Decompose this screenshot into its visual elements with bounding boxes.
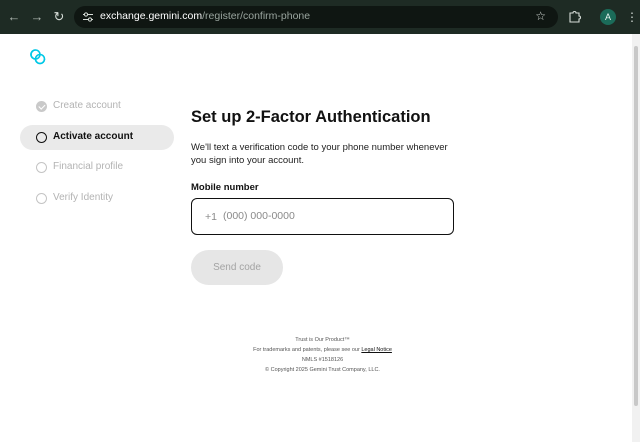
gemini-logo-icon[interactable]: [29, 48, 47, 66]
address-bar[interactable]: exchange.gemini.com/register/confirm-pho…: [74, 6, 558, 28]
empty-circle-icon: [36, 162, 47, 173]
forward-arrow-icon[interactable]: →: [29, 9, 45, 25]
profile-avatar[interactable]: A: [600, 9, 616, 25]
step-label: Financial profile: [53, 161, 124, 172]
step-create-account: Create account: [20, 94, 174, 119]
footer: Trust is Our Product™ For trademarks and…: [191, 335, 454, 375]
step-label: Activate account: [53, 130, 134, 142]
current-step-circle-icon: [36, 131, 47, 143]
site-info-tune-icon[interactable]: [82, 11, 94, 23]
footer-tagline: Trust is Our Product™: [295, 337, 350, 343]
step-financial-profile: Financial profile: [20, 155, 174, 180]
extensions-puzzle-icon[interactable]: [568, 9, 582, 23]
legal-notice-link[interactable]: Legal Notice: [361, 347, 392, 353]
url-text: exchange.gemini.com/register/confirm-pho…: [100, 10, 310, 22]
step-label: Verify Identity: [53, 191, 114, 203]
empty-circle-icon: [36, 192, 47, 204]
mobile-number-field[interactable]: +1: [191, 198, 454, 235]
page-description: We'll text a verification code to your p…: [191, 142, 448, 166]
reload-icon[interactable]: ↻: [51, 9, 67, 25]
footer-trademarks: For trademarks and patents, please see o…: [191, 345, 454, 355]
registration-steps: Create account Activate account Financia…: [20, 94, 174, 216]
mobile-number-label: Mobile number: [191, 182, 259, 193]
page-title: Set up 2-Factor Authentication: [191, 108, 431, 126]
bookmark-star-icon[interactable]: ☆: [535, 9, 546, 23]
browser-toolbar: ← → ↻ exchange.gemini.com/register/confi…: [0, 0, 640, 34]
step-label: Create account: [53, 100, 121, 111]
checkmark-icon: [36, 101, 47, 112]
url-host: exchange.gemini.com: [100, 10, 203, 22]
send-code-button[interactable]: Send code: [191, 250, 283, 285]
url-path: /register/confirm-phone: [202, 10, 311, 22]
footer-copyright: © Copyright 2025 Gemini Trust Company, L…: [265, 367, 380, 373]
step-verify-identity: Verify Identity: [20, 186, 174, 211]
scrollbar-thumb[interactable]: [634, 46, 638, 406]
footer-nmls: NMLS #1518126: [301, 357, 344, 363]
country-code: +1: [205, 211, 217, 223]
back-arrow-icon[interactable]: ←: [6, 9, 22, 25]
step-activate-account: Activate account: [20, 124, 174, 150]
kebab-menu-icon[interactable]: ⋮: [626, 8, 638, 26]
page-scrollbar[interactable]: [632, 34, 640, 442]
trademarks-text: For trademarks and patents, please see o…: [253, 347, 360, 353]
phone-input[interactable]: [223, 207, 433, 225]
